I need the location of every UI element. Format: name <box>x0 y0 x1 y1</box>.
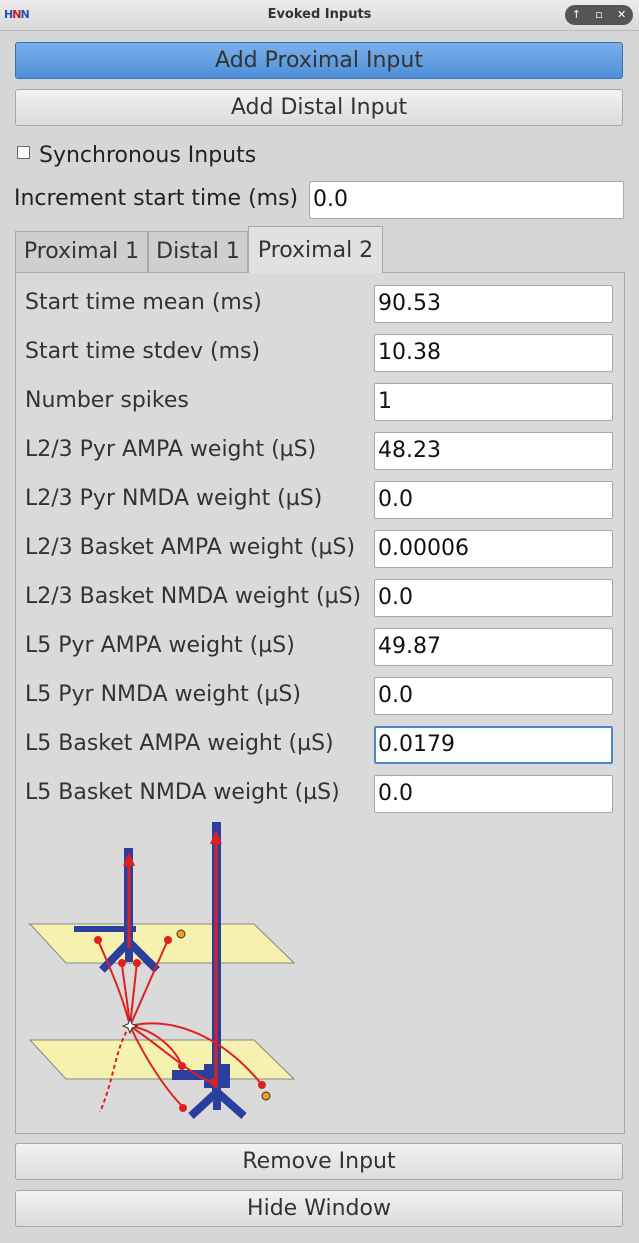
keep-above-icon[interactable]: ↑ <box>567 6 585 24</box>
param-label: L2/3 Basket AMPA weight (µS) <box>25 535 356 560</box>
l23-basket-ampa-input[interactable]: 0.00006 <box>374 530 613 568</box>
l23-basket-nmda-input[interactable]: 0.0 <box>374 579 613 617</box>
l5-pyr-nmda-input[interactable]: 0.0 <box>374 677 613 715</box>
param-label: Start time stdev (ms) <box>25 339 261 364</box>
param-label: L2/3 Pyr AMPA weight (µS) <box>25 437 317 462</box>
close-icon[interactable]: ✕ <box>613 6 631 24</box>
hide-window-button[interactable]: Hide Window <box>15 1190 623 1227</box>
synchronous-inputs-checkbox[interactable] <box>17 145 30 159</box>
l5-basket-ampa-input[interactable]: 0.0179 <box>374 726 613 764</box>
start-time-mean-input[interactable]: 90.53 <box>374 285 613 323</box>
number-spikes-input[interactable]: 1 <box>374 383 613 421</box>
l5-pyr-ampa-input[interactable]: 49.87 <box>374 628 613 666</box>
param-label: L2/3 Pyr NMDA weight (µS) <box>25 486 323 511</box>
maximize-icon[interactable]: ▫ <box>590 6 608 24</box>
window-title: Evoked Inputs <box>267 7 372 22</box>
param-label: Number spikes <box>25 388 189 413</box>
add-proximal-input-button[interactable]: Add Proximal Input <box>15 42 623 79</box>
increment-start-time-input[interactable]: 0.0 <box>309 181 624 219</box>
title-bar: HNN Evoked Inputs ↑ ▫ ✕ <box>0 0 639 31</box>
window-controls: ↑ ▫ ✕ <box>565 5 633 25</box>
add-distal-input-button[interactable]: Add Distal Input <box>15 89 623 126</box>
param-label: Start time mean (ms) <box>25 290 262 315</box>
synchronous-inputs-label: Synchronous Inputs <box>39 142 257 168</box>
remove-input-button[interactable]: Remove Input <box>15 1143 623 1180</box>
param-label: L5 Basket AMPA weight (µS) <box>25 731 334 756</box>
param-label: L5 Basket NMDA weight (µS) <box>25 780 340 805</box>
increment-start-time-label: Increment start time (ms) <box>14 186 299 211</box>
param-label: L2/3 Basket NMDA weight (µS) <box>25 584 362 609</box>
tab-proximal-1[interactable]: Proximal 1 <box>15 231 148 272</box>
start-time-stdev-input[interactable]: 10.38 <box>374 334 613 372</box>
tab-proximal-2[interactable]: Proximal 2 <box>248 226 383 273</box>
l5-basket-nmda-input[interactable]: 0.0 <box>374 775 613 813</box>
param-label: L5 Pyr NMDA weight (µS) <box>25 682 301 707</box>
proximal-input-diagram <box>27 822 296 1119</box>
l23-pyr-ampa-input[interactable]: 48.23 <box>374 432 613 470</box>
tab-distal-1[interactable]: Distal 1 <box>148 231 248 272</box>
param-label: L5 Pyr AMPA weight (µS) <box>25 633 295 658</box>
synchronous-inputs-row[interactable]: Synchronous Inputs <box>17 141 256 169</box>
l23-pyr-nmda-input[interactable]: 0.0 <box>374 481 613 519</box>
